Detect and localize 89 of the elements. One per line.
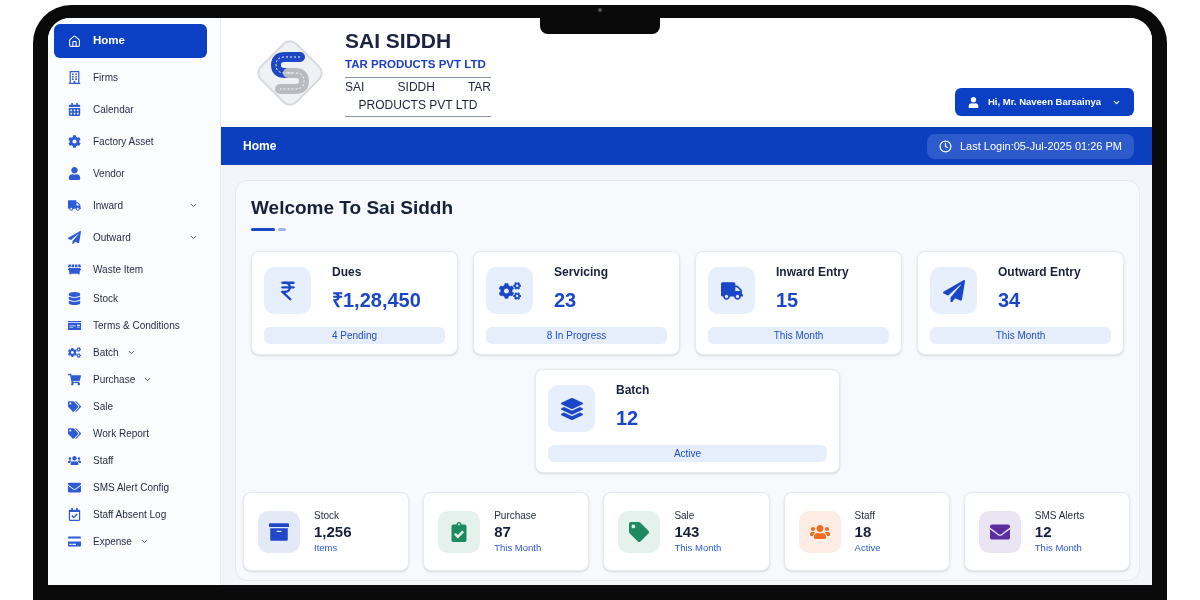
- tag-icon: [618, 510, 661, 553]
- card-title: Outward Entry: [998, 264, 1081, 280]
- title-underline: [251, 228, 286, 231]
- sidebar-item[interactable]: Home: [54, 24, 207, 58]
- card-value: ₹1,28,450: [332, 288, 421, 313]
- company-name: SAI SIDDH: [345, 28, 453, 54]
- card-title: Batch: [616, 382, 650, 398]
- stat-note: This Month: [674, 541, 722, 554]
- envelope-icon: [978, 510, 1021, 553]
- sidebar-item[interactable]: Outward: [54, 221, 207, 253]
- page-title: Home: [243, 138, 277, 155]
- stat-value: 12: [1034, 522, 1053, 541]
- credit-card-icon: [68, 535, 81, 548]
- paper-plane-icon: [930, 267, 977, 314]
- sidebar-item[interactable]: Sale: [54, 393, 207, 420]
- clock-icon: [938, 139, 952, 153]
- calendar-check-icon: [68, 508, 81, 521]
- rupee-icon: [264, 267, 311, 314]
- card-status: 8 In Progress: [486, 327, 667, 344]
- stat-label: SMS Alerts: [1034, 509, 1085, 522]
- card-list-icon: [68, 319, 81, 332]
- stat-value: 87: [494, 522, 512, 541]
- sidebar-item[interactable]: Batch: [54, 339, 207, 366]
- sidebar-item[interactable]: Purchase: [54, 366, 207, 393]
- user-icon: [968, 96, 979, 108]
- stat-note: This Month: [1034, 541, 1083, 554]
- sidebar-item[interactable]: Waste Item: [54, 253, 207, 285]
- card-value: 23: [554, 288, 578, 313]
- sidebar-item[interactable]: Expense: [54, 528, 207, 555]
- chevron-down-icon: [126, 348, 136, 357]
- card-status: Active: [548, 445, 827, 462]
- stat-label: Staff: [854, 509, 876, 522]
- sidebar-item[interactable]: Work Report: [54, 420, 207, 447]
- building-icon: [68, 70, 81, 84]
- user-icon: [68, 166, 81, 180]
- sidebar-item[interactable]: Calendar: [54, 93, 207, 125]
- archive-box-icon: [258, 510, 300, 553]
- calendar-icon: [68, 102, 81, 116]
- sidebar-item[interactable]: Terms & Conditions: [54, 312, 207, 339]
- chevron-down-icon: [143, 375, 153, 384]
- cart-icon: [68, 373, 81, 386]
- card-title: Dues: [332, 264, 363, 280]
- chevron-down-icon: [139, 537, 149, 546]
- tags-icon: [68, 400, 81, 413]
- stat-value: 143: [674, 522, 701, 541]
- stat-note: Items: [314, 541, 339, 554]
- sidebar-item[interactable]: Staff: [54, 447, 207, 474]
- home-icon: [68, 34, 81, 48]
- card-value: 34: [998, 288, 1022, 313]
- sidebar-item[interactable]: Firms: [54, 61, 207, 93]
- database-icon: [68, 292, 81, 305]
- card-status: This Month: [708, 327, 889, 344]
- layers-icon: [548, 385, 595, 432]
- paper-plane-icon: [68, 230, 81, 244]
- stat-value: 18: [854, 522, 873, 541]
- truck-icon: [68, 198, 81, 212]
- users-icon: [798, 510, 841, 553]
- gear-icon: [68, 134, 81, 148]
- welcome-title: Welcome To Sai Siddh: [251, 196, 454, 220]
- gears-icon: [486, 267, 533, 314]
- sidebar-item[interactable]: Staff Absent Log: [54, 501, 207, 528]
- dumpster-icon: [68, 262, 81, 276]
- card-value: 12: [616, 406, 640, 431]
- card-status: 4 Pending: [264, 327, 445, 344]
- stat-note: This Month: [494, 541, 542, 554]
- stat-label: Purchase: [494, 509, 538, 522]
- last-login-text: Last Login:05-Jul-2025 01:26 PM: [959, 138, 1122, 154]
- stat-label: Stock: [314, 509, 340, 522]
- gears-icon: [68, 346, 81, 359]
- clipboard-check-icon: [438, 510, 481, 553]
- users-icon: [68, 454, 81, 467]
- user-menu-button[interactable]: Hi, Mr. Naveen Barsainya: [955, 88, 1134, 116]
- truck-icon: [708, 267, 755, 314]
- tags-icon: [68, 427, 81, 440]
- company-subtitle: TAR PRODUCTS PVT LTD: [345, 57, 487, 71]
- stat-label: Sale: [674, 509, 696, 522]
- card-title: Servicing: [554, 264, 609, 280]
- sidebar-item[interactable]: Inward: [54, 189, 207, 221]
- sidebar-item[interactable]: SMS Alert Config: [54, 474, 207, 501]
- sidebar-item[interactable]: Vendor: [54, 157, 207, 189]
- card-status: This Month: [930, 327, 1111, 344]
- stat-value: 1,256: [314, 522, 352, 541]
- sidebar-item[interactable]: Factory Asset: [54, 125, 207, 157]
- sidebar-item[interactable]: Stock: [54, 285, 207, 312]
- stat-note: Active: [854, 541, 881, 554]
- envelope-icon: [68, 481, 81, 494]
- card-title: Inward Entry: [776, 264, 849, 280]
- card-value: 15: [776, 288, 800, 313]
- company-tagline: SAI SIDDH TAR PRODUCTS PVT LTD: [345, 79, 491, 114]
